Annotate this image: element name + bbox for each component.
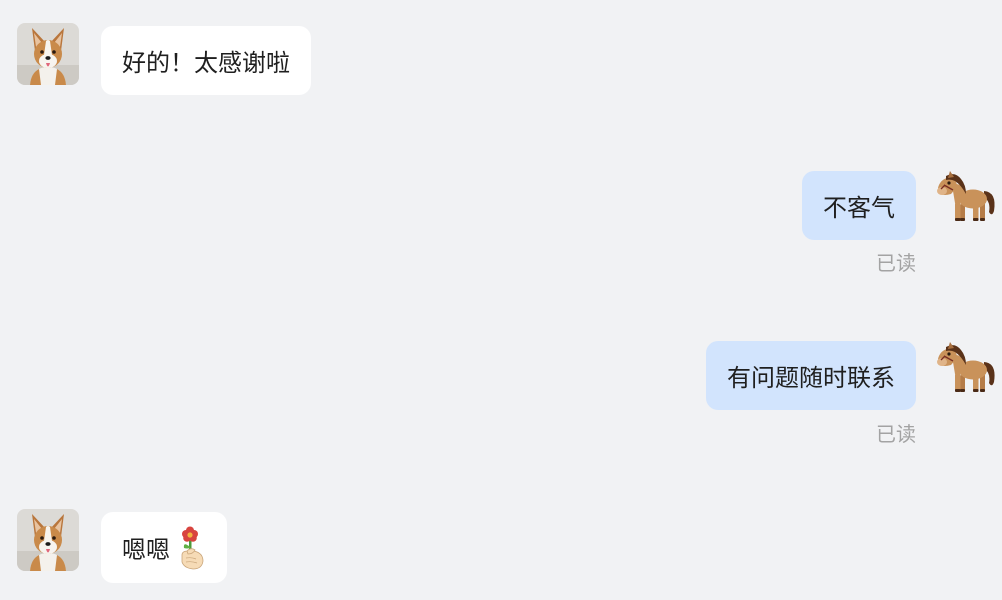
corgi-avatar[interactable]	[17, 509, 79, 571]
read-status: 已读	[876, 253, 916, 275]
outgoing-message-bubble[interactable]: 有问题随时联系	[706, 341, 916, 410]
message-text: 好的！太感谢啦	[122, 50, 290, 77]
read-status: 已读	[876, 424, 916, 446]
outgoing-message-bubble[interactable]: 不客气	[802, 171, 916, 240]
chat-message-area: 好的！太感谢啦 不客气 已读 有问题随时联系 已读 嗯嗯	[0, 0, 1002, 600]
horse-avatar[interactable]	[935, 171, 997, 225]
message-text: 有问题随时联系	[727, 365, 895, 392]
incoming-message-bubble[interactable]: 好的！太感谢啦	[101, 26, 311, 95]
incoming-message-bubble[interactable]: 嗯嗯	[101, 512, 227, 583]
message-text: 不客气	[823, 195, 895, 222]
message-text: 嗯嗯	[122, 537, 170, 564]
corgi-avatar[interactable]	[17, 23, 79, 85]
hand-holding-flower-icon	[176, 526, 206, 570]
horse-avatar[interactable]	[935, 342, 997, 396]
